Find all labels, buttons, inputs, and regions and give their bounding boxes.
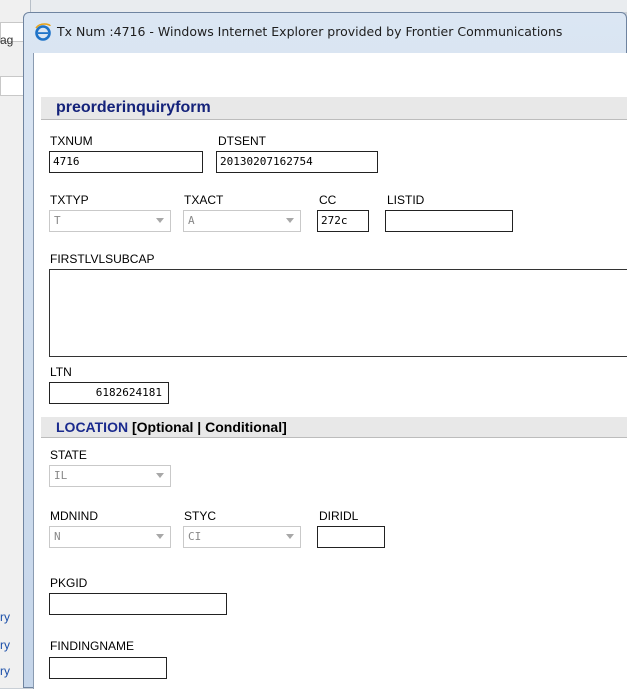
form-title: preorderinquiryform	[56, 99, 211, 116]
state-value: IL	[54, 469, 68, 482]
cc-field[interactable]: 272c	[317, 210, 369, 232]
listid-label: LISTID	[387, 193, 425, 207]
chevron-down-icon	[156, 534, 164, 539]
txnum-label: TXNUM	[50, 134, 93, 148]
firstlvlsubcap-label: FIRSTLVLSUBCAP	[50, 252, 155, 266]
findingname-field[interactable]	[49, 657, 167, 679]
pkgid-label: PKGID	[50, 576, 88, 590]
txtyp-select[interactable]: T	[49, 210, 171, 232]
mdnind-value: N	[54, 530, 61, 543]
diridl-field[interactable]	[317, 526, 385, 548]
chevron-down-icon	[156, 473, 164, 478]
background-text: ry	[0, 664, 10, 678]
styc-value: CI	[188, 530, 202, 543]
window-title: Tx Num :4716 - Windows Internet Explorer…	[57, 24, 563, 39]
background-window-top	[0, 0, 627, 12]
internet-explorer-icon	[35, 23, 51, 41]
location-section-title: LOCATION [Optional | Conditional]	[56, 419, 287, 435]
location-subtitle: [Optional | Conditional]	[131, 419, 287, 435]
styc-label: STYC	[184, 509, 217, 523]
chevron-down-icon	[286, 218, 294, 223]
location-title: LOCATION	[56, 419, 129, 435]
firstlvlsubcap-textarea[interactable]	[49, 269, 627, 357]
txact-select[interactable]: A	[183, 210, 301, 232]
txtyp-label: TXTYP	[50, 193, 89, 207]
mdnind-select[interactable]: N	[49, 526, 171, 548]
diridl-label: DIRIDL	[319, 509, 359, 523]
title-bar[interactable]: Tx Num :4716 - Windows Internet Explorer…	[24, 13, 626, 53]
ie-popup-window: Tx Num :4716 - Windows Internet Explorer…	[23, 12, 627, 689]
state-select[interactable]: IL	[49, 465, 171, 487]
cc-label: CC	[319, 193, 337, 207]
dtsent-field[interactable]: 20130207162754	[216, 151, 378, 173]
ltn-field[interactable]: 6182624181	[49, 382, 169, 404]
findingname-label: FINDINGNAME	[50, 639, 134, 653]
background-text: ry	[0, 638, 10, 652]
styc-select[interactable]: CI	[183, 526, 301, 548]
form-header: preorderinquiryform	[41, 97, 627, 120]
mdnind-label: MDNIND	[50, 509, 98, 523]
pkgid-field[interactable]	[49, 593, 227, 615]
txact-label: TXACT	[184, 193, 224, 207]
location-section-header: LOCATION [Optional | Conditional]	[41, 417, 627, 438]
state-label: STATE	[50, 448, 87, 462]
ltn-label: LTN	[50, 365, 72, 379]
txact-value: A	[188, 214, 195, 227]
dtsent-label: DTSENT	[218, 134, 266, 148]
txnum-field[interactable]: 4716	[49, 151, 203, 173]
chevron-down-icon	[156, 218, 164, 223]
background-text: ag	[0, 33, 14, 47]
background-text: ry	[0, 610, 10, 624]
page-content: preorderinquiryform TXNUM 4716 DTSENT 20…	[33, 53, 627, 689]
listid-field[interactable]	[385, 210, 513, 232]
chevron-down-icon	[286, 534, 294, 539]
txtyp-value: T	[54, 214, 61, 227]
